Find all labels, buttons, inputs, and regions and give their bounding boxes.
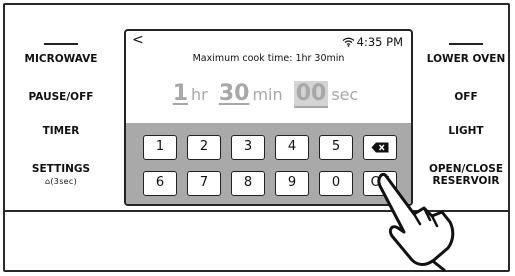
key-0[interactable]: 0 [319,171,353,196]
key-3[interactable]: 3 [231,135,265,160]
light-button[interactable]: LIGHT [418,125,514,137]
lower-oven-indicator [449,43,483,45]
seconds-value[interactable]: 00 [293,81,329,108]
microwave-indicator [44,43,78,45]
backspace-icon [371,142,389,153]
touch-screen: < 4:35 PM Maximum cook time: 1hr 30min 1… [124,29,413,206]
lower-oven-button[interactable]: LOWER OVEN [418,53,514,65]
status-bar: 4:35 PM [342,35,403,49]
settings-lock-hint: ⌂(3sec) [45,177,77,186]
key-5[interactable]: 5 [319,135,353,160]
delete-key[interactable] [363,135,397,160]
clock-time: 4:35 PM [356,35,403,49]
hours-unit: hr [191,85,208,104]
numeric-keypad: 1 2 3 4 5 6 7 8 9 0 OK [126,123,411,204]
key-7[interactable]: 7 [187,171,221,196]
minutes-unit: min [252,85,283,104]
off-button[interactable]: OFF [418,91,514,103]
key-2[interactable]: 2 [187,135,221,160]
key-4[interactable]: 4 [275,135,309,160]
key-8[interactable]: 8 [231,171,265,196]
settings-button[interactable]: SETTINGS ⌂(3sec) [18,163,104,188]
pause-off-button[interactable]: PAUSE/OFF [18,91,104,103]
settings-label: SETTINGS [31,163,91,175]
minutes-value[interactable]: 30 [219,81,250,106]
hours-value[interactable]: 1 [173,81,188,106]
key-1[interactable]: 1 [143,135,177,160]
back-arrow-icon[interactable]: < [132,32,144,48]
wifi-icon [342,37,355,47]
pointing-hand-icon [377,172,455,272]
seconds-unit: sec [331,85,359,104]
microwave-button[interactable]: MICROWAVE [18,53,104,65]
timer-button[interactable]: TIMER [18,125,104,137]
key-6[interactable]: 6 [143,171,177,196]
key-9[interactable]: 9 [275,171,309,196]
max-cook-time: Maximum cook time: 1hr 30min [192,53,345,64]
time-entry: 1 hr 30 min 00 sec [126,81,411,108]
